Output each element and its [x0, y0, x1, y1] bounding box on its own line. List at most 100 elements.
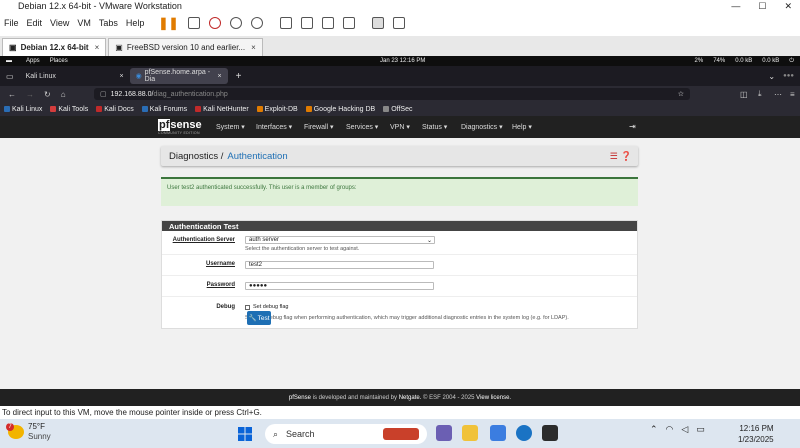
bookmark-label: Kali Tools	[58, 105, 89, 113]
thumbnail-view-icon[interactable]	[300, 17, 313, 29]
password-input[interactable]: ●●●●●	[245, 282, 434, 290]
pfsense-logo[interactable]: pfsense COMMUNITY EDITION	[158, 119, 202, 135]
test-button[interactable]: 🔧 Test	[247, 311, 271, 325]
bookmark-star-icon[interactable]: ☆	[678, 90, 684, 98]
vm-tab-freebsd[interactable]: ▣ FreeBSD version 10 and earlier... ×	[108, 38, 263, 56]
new-tab-button[interactable]: +	[236, 71, 242, 82]
help-icon[interactable]: ❓	[621, 151, 632, 162]
close-icon[interactable]: ×	[251, 43, 256, 52]
close-icon[interactable]: ×	[95, 43, 100, 52]
related-settings-icon[interactable]: ☰	[610, 151, 618, 162]
bookmark-kali-nethunter[interactable]: Kali NetHunter	[195, 106, 249, 113]
home-icon[interactable]: ⌂	[61, 90, 66, 99]
back-icon[interactable]: ←	[8, 90, 16, 99]
browser-tab-kali[interactable]: Kali Linux ×	[20, 66, 130, 86]
library-view-icon[interactable]	[279, 17, 292, 29]
weather-badge: 7	[6, 423, 14, 431]
nav-help[interactable]: Help ▾	[512, 123, 532, 131]
activities-icon[interactable]: ▬	[6, 58, 12, 64]
list-all-tabs-icon[interactable]: ⌄	[768, 72, 775, 81]
bookmark-google-hacking-db[interactable]: Google Hacking DB	[305, 106, 375, 113]
menu-help[interactable]: Help	[126, 18, 145, 28]
task-view-icon[interactable]	[436, 425, 452, 441]
downloads-icon[interactable]: ⤓	[758, 89, 762, 99]
bookmark-kali-tools[interactable]: Kali Tools	[50, 106, 88, 113]
server-select[interactable]: auth server ⌄	[245, 236, 435, 244]
unity-icon[interactable]	[342, 17, 355, 29]
send-ctrl-alt-del-icon[interactable]	[187, 17, 200, 29]
menu-icon[interactable]: ≡	[790, 90, 795, 99]
nav-vpn[interactable]: VPN ▾	[390, 123, 410, 131]
battery-icon[interactable]: ▭	[696, 424, 705, 435]
lock-icon: ▢	[100, 91, 107, 98]
nav-status[interactable]: Status ▾	[422, 123, 447, 131]
nav-diagnostics[interactable]: Diagnostics ▾	[461, 123, 503, 131]
bookmark-exploit-db[interactable]: Exploit-DB	[256, 106, 298, 113]
chrome-icon[interactable]	[516, 425, 532, 441]
pfsense-footer: pfSense is developed and maintained by N…	[0, 389, 800, 406]
file-explorer-icon[interactable]	[462, 425, 478, 441]
guest-screen[interactable]: ▬ Apps Places Jan 23 12:16 PM 2% 74% 0.0…	[0, 56, 800, 406]
snapshot-icon[interactable]	[208, 17, 221, 29]
close-icon[interactable]: ✕	[784, 1, 792, 12]
net-down: 0.0 kB	[762, 57, 780, 64]
gnome-top-bar: ▬ Apps Places Jan 23 12:16 PM 2% 74% 0.0…	[0, 56, 800, 66]
vmware-status-bar: To direct input to this VM, move the mou…	[0, 406, 800, 419]
footer-netgate[interactable]: Netgate.	[399, 395, 422, 401]
nethunter-icon	[195, 106, 202, 112]
pocket-icon[interactable]: ◫	[740, 90, 748, 99]
weather-widget[interactable]: 7 75°F Sunny	[6, 422, 51, 442]
maximize-icon[interactable]: ☐	[758, 1, 766, 12]
nav-firewall[interactable]: Firewall ▾	[304, 123, 334, 131]
system-tray: ⌃ ◠ ◁ ▭	[650, 424, 705, 435]
close-icon[interactable]: ×	[119, 73, 123, 80]
taskbar-search[interactable]: ⌕ Search	[265, 424, 427, 444]
console-view-icon[interactable]	[371, 17, 384, 29]
suspend-icon[interactable]: ❚❚	[158, 16, 178, 30]
vmware-app-icon[interactable]	[542, 425, 558, 441]
word-icon[interactable]	[490, 425, 506, 441]
breadcrumb-current[interactable]: Authentication	[227, 151, 287, 162]
apps-menu[interactable]: Apps	[26, 58, 40, 64]
debug-checkbox[interactable]	[245, 304, 250, 310]
footer-license-link[interactable]: View license.	[476, 395, 511, 401]
forward-icon[interactable]: →	[26, 90, 34, 99]
menu-tabs[interactable]: Tabs	[99, 18, 118, 28]
wifi-icon[interactable]: ◠	[666, 424, 674, 435]
volume-icon[interactable]: ◁	[681, 424, 688, 435]
nav-interfaces[interactable]: Interfaces ▾	[256, 123, 292, 131]
top-bar-clock[interactable]: Jan 23 12:16 PM	[380, 58, 425, 64]
nav-services[interactable]: Services ▾	[346, 123, 378, 131]
windows-start-icon[interactable]	[238, 427, 252, 441]
menu-vm[interactable]: VM	[77, 18, 91, 28]
url-bar[interactable]: ▢ 192.168.88.0/ diag_authentication.php …	[94, 88, 690, 100]
bookmark-kali-linux[interactable]: Kali Linux	[4, 106, 42, 113]
browser-tab-pfsense[interactable]: ◉ pfSense.home.arpa - Dia ×	[129, 68, 228, 84]
menu-edit[interactable]: Edit	[27, 18, 43, 28]
minimize-icon[interactable]: —	[731, 1, 740, 12]
places-menu[interactable]: Places	[50, 58, 68, 64]
weather-icon: 7	[6, 423, 24, 439]
window-controls-icon[interactable]: ●●●	[783, 73, 794, 79]
logout-icon[interactable]: ⇥	[629, 122, 636, 131]
system-clock[interactable]: 12:16 PM 1/23/2025	[738, 423, 774, 445]
bookmark-kali-docs[interactable]: Kali Docs	[96, 106, 134, 113]
revert-snapshot-icon[interactable]	[229, 17, 242, 29]
stretch-view-icon[interactable]	[392, 17, 405, 29]
menu-view[interactable]: View	[50, 18, 69, 28]
extensions-icon[interactable]: ⋯	[774, 90, 782, 99]
debug-checkbox-wrap[interactable]: Set debug flag	[245, 304, 288, 310]
vm-tab-debian[interactable]: ▣ Debian 12.x 64-bit ×	[2, 38, 107, 56]
username-input[interactable]: test2	[245, 261, 434, 269]
fullscreen-icon[interactable]	[321, 17, 334, 29]
bookmark-offsec[interactable]: OffSec	[383, 106, 413, 113]
power-icon[interactable]: ⏻	[789, 58, 794, 65]
tab-list-icon[interactable]: ▭	[6, 72, 14, 81]
reload-icon[interactable]: ↻	[44, 90, 51, 99]
bookmark-kali-forums[interactable]: Kali Forums	[141, 106, 187, 113]
chevron-up-icon[interactable]: ⌃	[650, 424, 658, 435]
snapshot-manager-icon[interactable]	[250, 17, 263, 29]
menu-file[interactable]: File	[4, 18, 19, 28]
close-icon[interactable]: ×	[217, 73, 221, 80]
nav-system[interactable]: System ▾	[216, 123, 245, 131]
